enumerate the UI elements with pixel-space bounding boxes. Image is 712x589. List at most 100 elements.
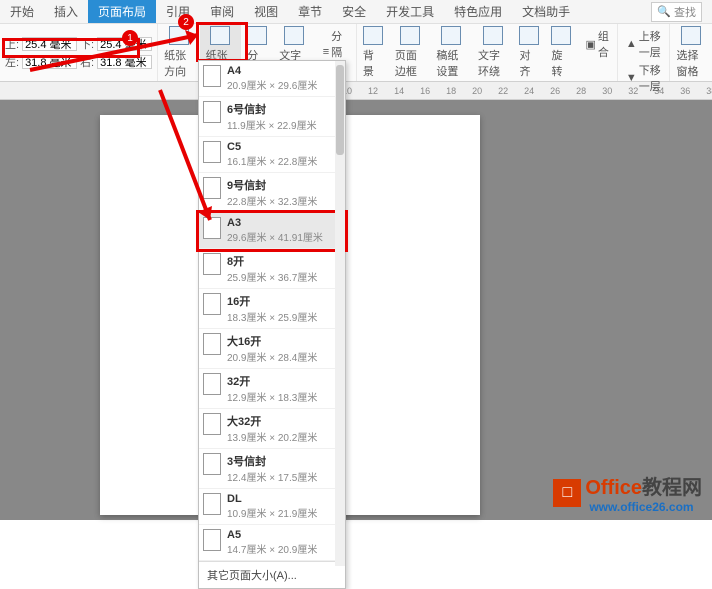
paper-size-option[interactable]: 8开25.9厘米 × 36.7厘米 bbox=[199, 249, 345, 289]
size-name: 16开 bbox=[227, 293, 339, 309]
paper-size-option[interactable]: 9号信封22.8厘米 × 32.3厘米 bbox=[199, 173, 345, 213]
page-border-button[interactable]: 页面边框 bbox=[389, 24, 431, 81]
rotate-icon bbox=[551, 26, 571, 45]
tab-view[interactable]: 视图 bbox=[244, 0, 288, 23]
size-name: DL bbox=[227, 493, 339, 505]
page-icon bbox=[203, 529, 221, 551]
paper-size-option[interactable]: 6号信封11.9厘米 × 22.9厘米 bbox=[199, 97, 345, 137]
ruler-tick: 20 bbox=[472, 86, 482, 96]
highlight-margins bbox=[2, 38, 140, 58]
ruler-tick: 24 bbox=[524, 86, 534, 96]
size-dim: 22.8厘米 × 32.3厘米 bbox=[227, 193, 339, 208]
size-name: 大16开 bbox=[227, 333, 339, 349]
size-dim: 20.9厘米 × 28.4厘米 bbox=[227, 349, 339, 364]
align-icon bbox=[519, 26, 539, 45]
size-dim: 25.9厘米 × 36.7厘米 bbox=[227, 269, 339, 284]
orientation-button[interactable]: 纸张方向 bbox=[158, 24, 200, 81]
page-icon bbox=[203, 453, 221, 475]
paper-size-dropdown: A420.9厘米 × 29.6厘米6号信封11.9厘米 × 22.9厘米C516… bbox=[198, 60, 346, 589]
paper-size-option[interactable]: A514.7厘米 × 20.9厘米 bbox=[199, 525, 345, 561]
paper-setting-button[interactable]: 稿纸设置 bbox=[430, 24, 472, 81]
selection-pane-button[interactable]: 选择窗格 bbox=[670, 24, 712, 81]
page-icon bbox=[203, 293, 221, 315]
ruler-tick: 26 bbox=[550, 86, 560, 96]
watermark: □ Office教程网 www.office26.com bbox=[553, 471, 702, 514]
paper-size-option[interactable]: 32开12.9厘米 × 18.3厘米 bbox=[199, 369, 345, 409]
move-up-button[interactable]: ▲上移一层 bbox=[622, 27, 666, 61]
size-name: C5 bbox=[227, 141, 339, 153]
page-icon bbox=[203, 217, 221, 239]
paper-size-option[interactable]: 大16开20.9厘米 × 28.4厘米 bbox=[199, 329, 345, 369]
rotate-button[interactable]: 旋转 bbox=[545, 24, 577, 81]
selection-pane-icon bbox=[681, 26, 701, 45]
watermark-brand1: Office bbox=[585, 477, 642, 499]
tab-dev-tools[interactable]: 开发工具 bbox=[376, 0, 444, 23]
watermark-logo-icon: □ bbox=[553, 479, 581, 507]
tab-chapter[interactable]: 章节 bbox=[288, 0, 332, 23]
search-box[interactable]: 🔍 查找 bbox=[651, 2, 702, 22]
page-icon bbox=[203, 101, 221, 123]
document-area bbox=[0, 100, 712, 520]
move-down-icon: ▼ bbox=[626, 72, 637, 84]
badge-1: 1 bbox=[122, 30, 138, 46]
search-placeholder: 查找 bbox=[674, 4, 696, 20]
paper-size-option[interactable]: A329.6厘米 × 41.91厘米 bbox=[199, 213, 345, 249]
size-name: A4 bbox=[227, 65, 339, 77]
paper-setting-icon bbox=[441, 26, 461, 45]
paper-size-option[interactable]: 16开18.3厘米 × 25.9厘米 bbox=[199, 289, 345, 329]
move-down-button[interactable]: ▼下移一层 bbox=[622, 61, 666, 95]
paper-size-option[interactable]: C516.1厘米 × 22.8厘米 bbox=[199, 137, 345, 173]
page-icon bbox=[203, 141, 221, 163]
size-dim: 11.9厘米 × 22.9厘米 bbox=[227, 117, 339, 132]
scroll-thumb[interactable] bbox=[336, 65, 344, 155]
size-name: A3 bbox=[227, 217, 339, 229]
group-button[interactable]: ▣组合 bbox=[581, 27, 612, 61]
paper-setting-label: 稿纸设置 bbox=[436, 47, 466, 79]
size-name: 8开 bbox=[227, 253, 339, 269]
page-border-icon bbox=[400, 26, 420, 45]
page-icon bbox=[203, 413, 221, 435]
badge-2: 2 bbox=[178, 14, 194, 30]
text-wrap-button[interactable]: 文字环绕 bbox=[472, 24, 514, 81]
tab-review[interactable]: 审阅 bbox=[200, 0, 244, 23]
page-icon bbox=[203, 253, 221, 275]
ruler-tick: 16 bbox=[420, 86, 430, 96]
size-dim: 20.9厘米 × 29.6厘米 bbox=[227, 77, 339, 92]
ruler-tick: 18 bbox=[446, 86, 456, 96]
move-up-icon: ▲ bbox=[626, 38, 637, 50]
paper-size-option[interactable]: A420.9厘米 × 29.6厘米 bbox=[199, 61, 345, 97]
paper-size-option[interactable]: 3号信封12.4厘米 × 17.5厘米 bbox=[199, 449, 345, 489]
tab-special[interactable]: 特色应用 bbox=[444, 0, 512, 23]
size-dim: 10.9厘米 × 21.9厘米 bbox=[227, 505, 339, 520]
tab-insert[interactable]: 插入 bbox=[44, 0, 88, 23]
size-dim: 13.9厘米 × 20.2厘米 bbox=[227, 429, 339, 444]
tab-start[interactable]: 开始 bbox=[0, 0, 44, 23]
size-dim: 18.3厘米 × 25.9厘米 bbox=[227, 309, 339, 324]
ruler-tick: 30 bbox=[602, 86, 612, 96]
other-page-sizes[interactable]: 其它页面大小(A)... bbox=[199, 561, 345, 588]
size-dim: 14.7厘米 × 20.9厘米 bbox=[227, 541, 339, 556]
size-dim: 12.9厘米 × 18.3厘米 bbox=[227, 389, 339, 404]
background-button[interactable]: 背景 bbox=[357, 24, 389, 81]
dropdown-scrollbar[interactable] bbox=[335, 61, 345, 566]
tab-doc-assist[interactable]: 文档助手 bbox=[512, 0, 580, 23]
watermark-brand2: 教程网 bbox=[642, 477, 702, 499]
ruler-tick: 38 bbox=[706, 86, 712, 96]
size-name: 6号信封 bbox=[227, 101, 339, 117]
watermark-url: www.office26.com bbox=[589, 500, 702, 514]
align-button[interactable]: 对齐 bbox=[513, 24, 545, 81]
paper-size-option[interactable]: 大32开13.9厘米 × 20.2厘米 bbox=[199, 409, 345, 449]
columns-icon bbox=[247, 26, 267, 45]
ruler: 68101214161820222426283032343638 bbox=[0, 82, 712, 100]
group-icon: ▣ bbox=[585, 38, 595, 51]
page-icon bbox=[203, 65, 221, 87]
orientation-label: 纸张方向 bbox=[164, 47, 194, 79]
page-icon bbox=[203, 493, 221, 515]
ruler-tick: 12 bbox=[368, 86, 378, 96]
text-wrap-label: 文字环绕 bbox=[478, 47, 508, 79]
size-name: A5 bbox=[227, 529, 339, 541]
tab-security[interactable]: 安全 bbox=[332, 0, 376, 23]
tab-page-layout[interactable]: 页面布局 bbox=[88, 0, 156, 23]
ruler-tick: 28 bbox=[576, 86, 586, 96]
page-icon bbox=[203, 333, 221, 355]
